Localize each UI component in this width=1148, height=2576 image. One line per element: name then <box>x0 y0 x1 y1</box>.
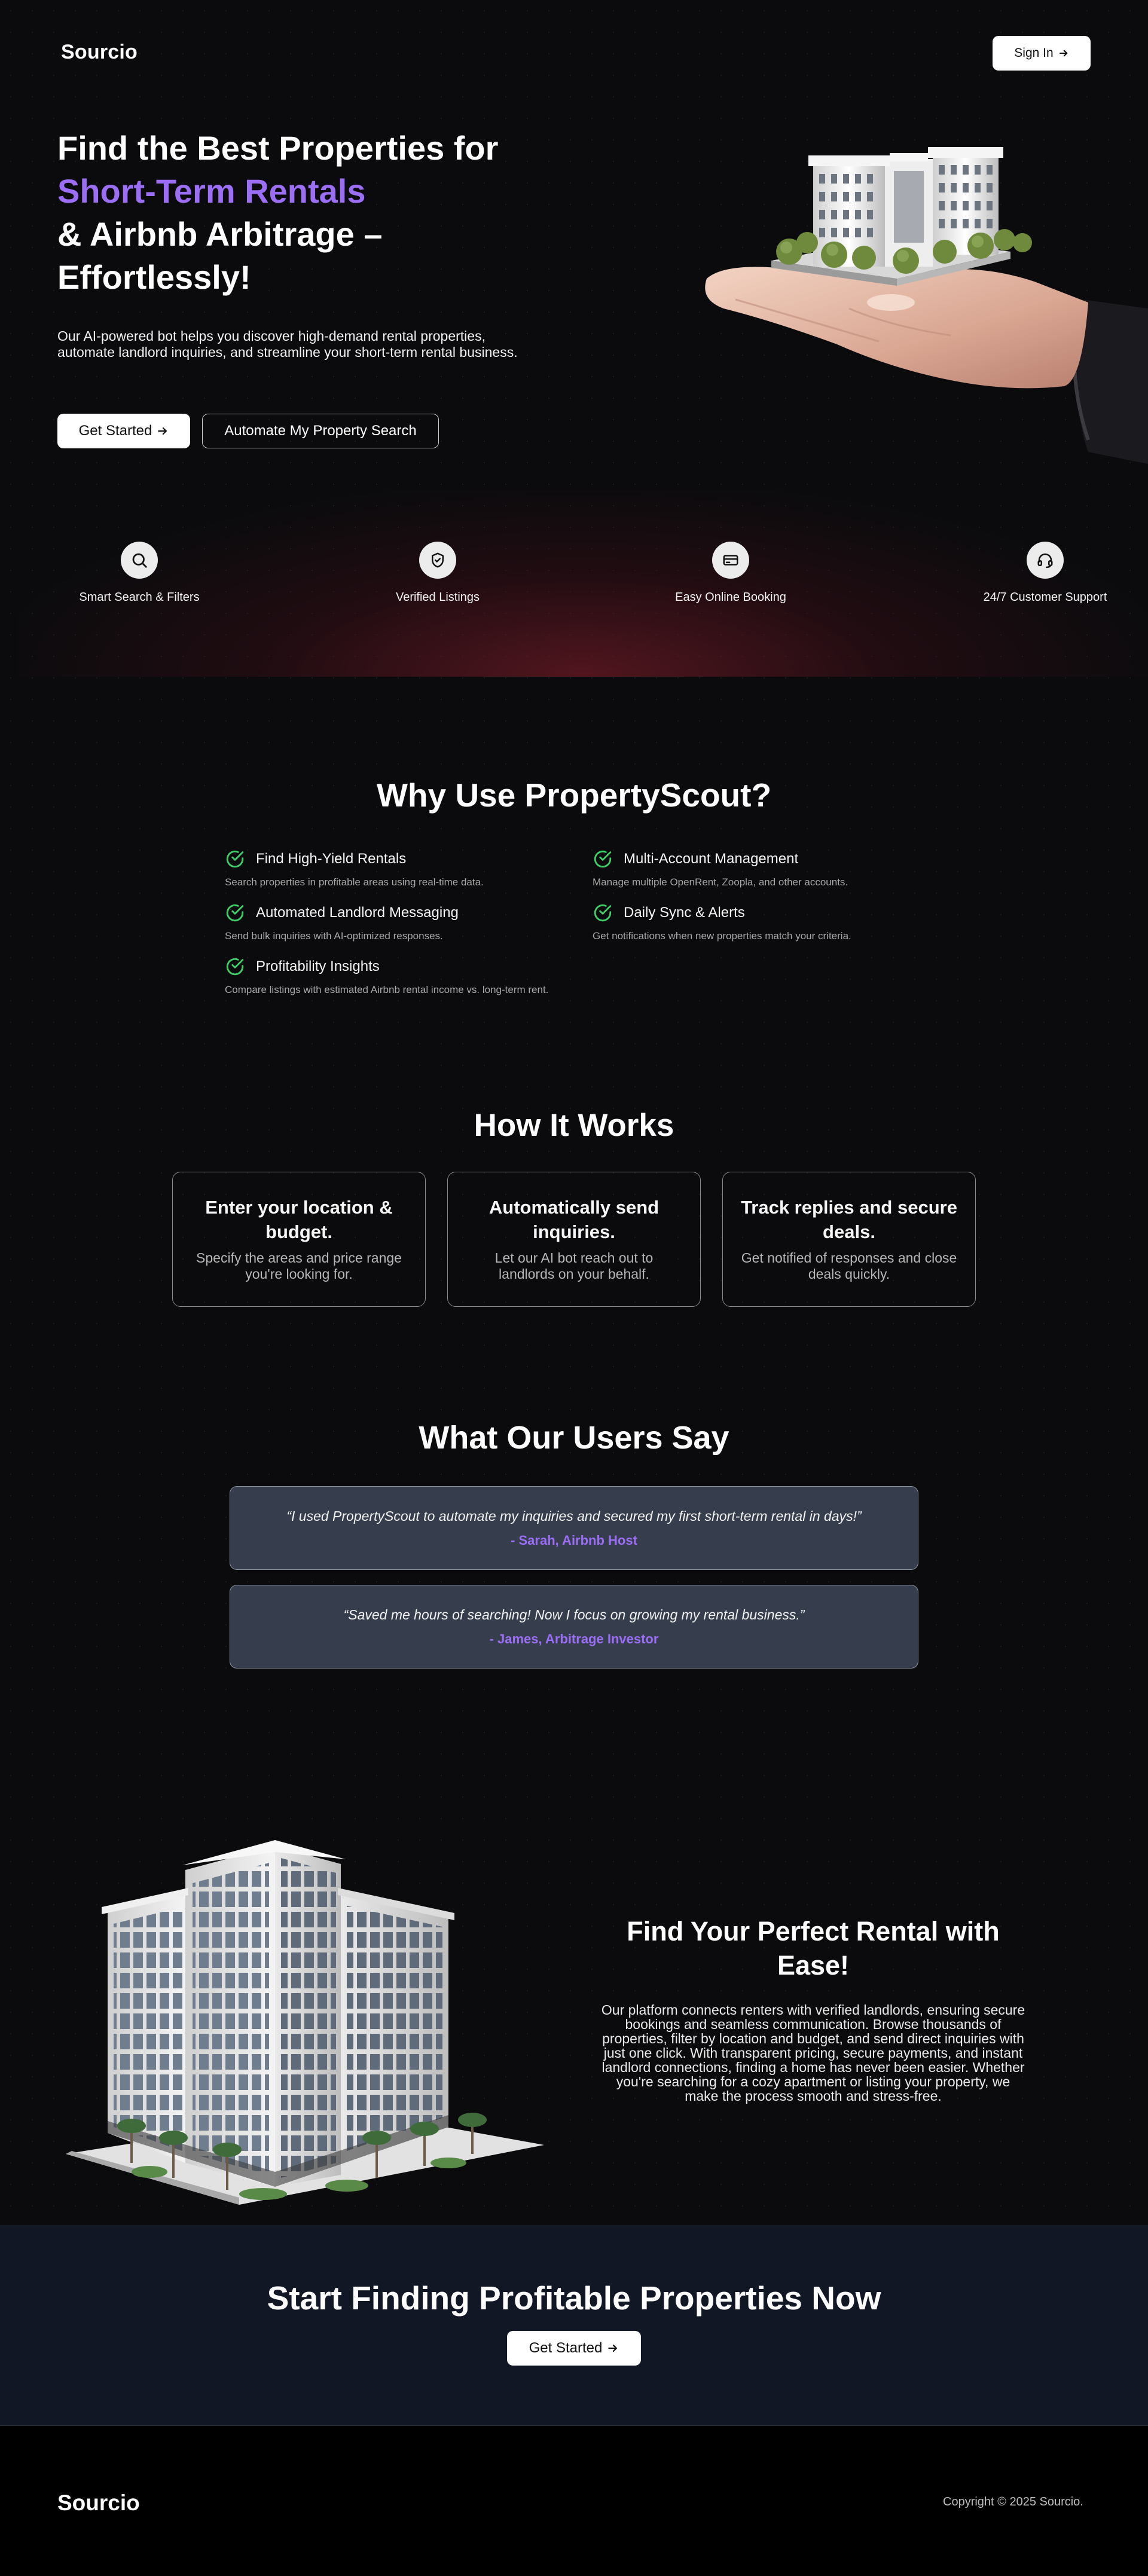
hero-title-line1: Find the Best Properties for <box>57 129 499 167</box>
header-logo[interactable]: Sourcio <box>61 41 138 64</box>
hand-holding-building-illustration <box>705 147 1148 464</box>
how-step-desc: Specify the areas and price range you're… <box>196 1250 402 1282</box>
hero-title: Find the Best Properties for Short-Term … <box>57 127 572 299</box>
why-item-desc: Search properties in profitable areas us… <box>225 876 484 888</box>
find-rental-title: Find Your Perfect Rental with Ease! <box>627 1916 1000 1981</box>
why-item-title: Profitability Insights <box>256 958 380 974</box>
check-circle-icon <box>594 904 612 922</box>
automate-search-button[interactable]: Automate My Property Search <box>202 414 439 448</box>
feature-icon-circle <box>121 542 158 579</box>
testimonial-author: - Sarah, Airbnb Host <box>511 1533 637 1548</box>
hero-get-started-label: Get Started <box>78 423 152 439</box>
why-item-desc: Send bulk inquiries with AI-optimized re… <box>225 930 443 942</box>
how-step-title: Track replies and secure deals. <box>741 1197 957 1242</box>
arrow-right-icon <box>158 427 167 435</box>
feature-customer-support: 24/7 Customer Support <box>949 542 1141 604</box>
feature-label: 24/7 Customer Support <box>983 591 1107 604</box>
testimonial-quote: “I used PropertyScout to automate my inq… <box>286 1508 862 1524</box>
feature-icon-circle <box>712 542 749 579</box>
feature-easy-booking: Easy Online Booking <box>635 542 826 604</box>
cta-get-started-button[interactable]: Get Started <box>507 2331 641 2366</box>
cta-title: Start Finding Profitable Properties Now <box>267 2279 881 2317</box>
hero-title-line3: & Airbnb Arbitrage – <box>57 215 383 253</box>
hero-title-accent: Short-Term Rentals <box>57 172 366 210</box>
hero-get-started-button[interactable]: Get Started <box>57 414 190 448</box>
feature-label: Easy Online Booking <box>675 591 786 604</box>
why-item-landlord-messaging: Automated Landlord Messaging Send bulk i… <box>225 903 572 942</box>
feature-icon-circle <box>419 542 456 579</box>
search-icon <box>132 553 147 568</box>
feature-label: Smart Search & Filters <box>79 591 200 604</box>
how-step-desc: Let our AI bot reach out to landlords on… <box>494 1250 654 1282</box>
testimonial-card: “Saved me hours of searching! Now I focu… <box>230 1585 918 1669</box>
check-circle-icon <box>226 904 244 922</box>
how-step-card: Enter your location & budget. Specify th… <box>172 1172 426 1307</box>
testimonials-title: What Our Users Say <box>419 1420 729 1456</box>
how-it-works-title: How It Works <box>474 1108 674 1143</box>
testimonial-quote: “Saved me hours of searching! Now I focu… <box>343 1607 805 1622</box>
why-item-title: Find High-Yield Rentals <box>256 851 407 867</box>
credit-card-icon <box>723 555 738 566</box>
hero-title-line4: Effortlessly! <box>57 258 251 296</box>
why-item-desc: Compare listings with estimated Airbnb r… <box>225 984 549 995</box>
why-item-high-yield: Find High-Yield Rentals Search propertie… <box>225 849 572 888</box>
why-item-desc: Get notifications when new properties ma… <box>593 930 851 942</box>
why-item-title: Automated Landlord Messaging <box>256 904 459 921</box>
why-item-multi-account: Multi-Account Management Manage multiple… <box>593 849 939 888</box>
why-item-profitability: Profitability Insights Compare listings … <box>225 957 643 996</box>
how-step-title: Enter your location & budget. <box>205 1197 393 1242</box>
office-building-illustration <box>66 1840 544 2205</box>
footer-logo[interactable]: Sourcio <box>57 2491 140 2516</box>
sign-in-button[interactable]: Sign In <box>993 36 1091 71</box>
find-rental-body: Our platform connects renters with verif… <box>601 2002 1025 2104</box>
sign-in-label: Sign In <box>1014 46 1054 60</box>
feature-smart-search: Smart Search & Filters <box>44 542 235 604</box>
cta-band <box>0 2225 1148 2426</box>
feature-label: Verified Listings <box>395 591 480 604</box>
testimonial-author: - James, Arbitrage Investor <box>489 1631 659 1646</box>
feature-verified-listings: Verified Listings <box>342 542 533 604</box>
shield-check-icon <box>432 552 444 568</box>
why-item-title: Multi-Account Management <box>624 851 799 867</box>
hero-subtitle: Our AI-powered bot helps you discover hi… <box>57 328 518 360</box>
why-item-title: Daily Sync & Alerts <box>624 904 745 921</box>
headset-icon <box>1037 553 1053 569</box>
cta-get-started-label: Get Started <box>529 2340 603 2356</box>
feature-icon-circle <box>1027 542 1064 579</box>
how-step-title: Automatically send inquiries. <box>488 1197 660 1242</box>
arrow-right-icon <box>608 2344 618 2352</box>
check-circle-icon <box>226 958 244 976</box>
how-step-card: Automatically send inquiries. Let our AI… <box>447 1172 701 1307</box>
check-circle-icon <box>226 850 244 868</box>
why-section-title: Why Use PropertyScout? <box>376 777 772 814</box>
why-item-desc: Manage multiple OpenRent, Zoopla, and ot… <box>593 876 848 888</box>
check-circle-icon <box>594 850 612 868</box>
how-step-desc: Get notified of responses and close deal… <box>741 1250 957 1282</box>
why-item-daily-sync: Daily Sync & Alerts Get notifications wh… <box>593 903 939 942</box>
how-step-card: Track replies and secure deals. Get noti… <box>722 1172 976 1307</box>
testimonial-card: “I used PropertyScout to automate my inq… <box>230 1486 918 1570</box>
footer-copyright: Copyright © 2025 Sourcio. <box>943 2495 1083 2508</box>
arrow-right-icon <box>1059 50 1067 57</box>
